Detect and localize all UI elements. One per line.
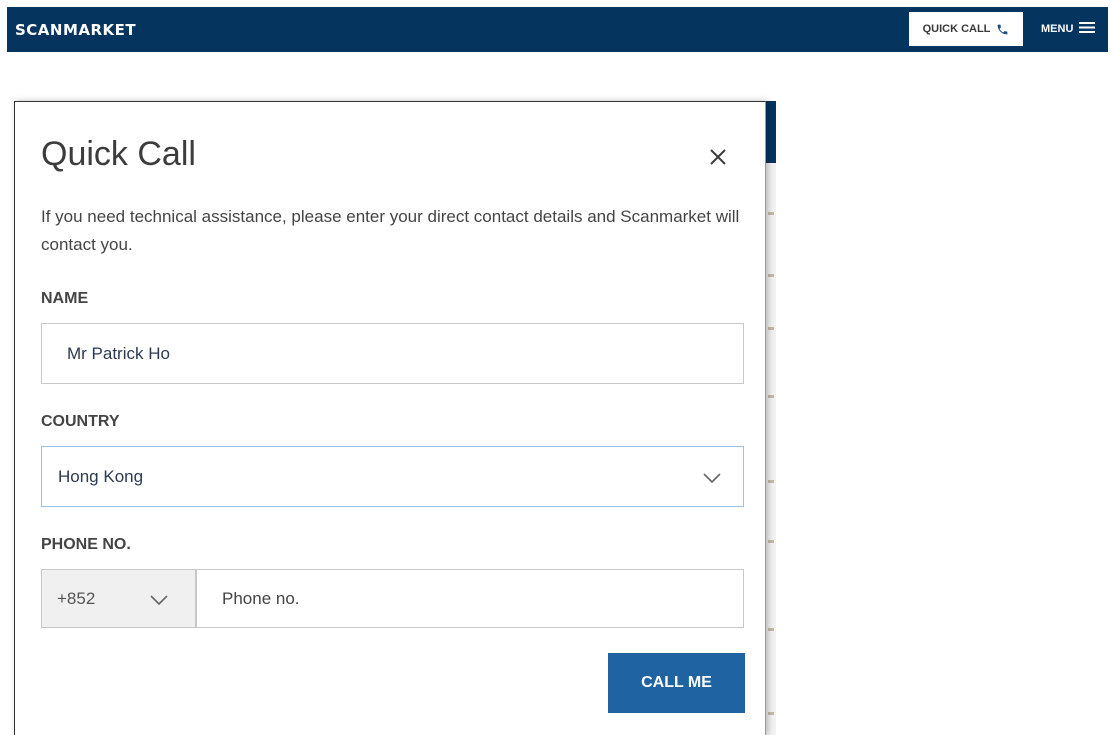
- quick-call-dialog: Quick Call If you need technical assista…: [14, 101, 766, 735]
- chevron-down-icon: [703, 469, 721, 489]
- background-decoration: [768, 628, 774, 631]
- background-decoration: [768, 480, 774, 483]
- close-icon[interactable]: [705, 144, 731, 170]
- dialog-title: Quick Call: [41, 135, 196, 173]
- background-decoration: [768, 327, 774, 330]
- scanmarket-logo[interactable]: SCANMARKET: [15, 21, 136, 39]
- country-code-select[interactable]: +852: [41, 569, 196, 628]
- top-navigation-bar: SCANMARKET QUICK CALL MENU: [7, 7, 1108, 52]
- chevron-down-icon: [150, 591, 168, 611]
- country-label: COUNTRY: [41, 413, 120, 430]
- dialog-description: If you need technical assistance, please…: [41, 207, 740, 254]
- country-select[interactable]: Hong Kong: [41, 446, 744, 507]
- background-decoration: [768, 712, 774, 715]
- name-input[interactable]: [41, 323, 744, 384]
- hamburger-icon: [1079, 21, 1096, 37]
- country-code-value: +852: [57, 588, 96, 608]
- phone-icon: [996, 23, 1009, 36]
- background-decoration: [768, 212, 774, 215]
- call-me-button[interactable]: CALL ME: [608, 653, 745, 713]
- background-decoration: [768, 540, 774, 543]
- background-decoration: [768, 395, 774, 398]
- background-decoration: [768, 274, 774, 277]
- menu-label: MENU: [1041, 23, 1074, 35]
- name-label: NAME: [41, 290, 89, 307]
- country-selected-value: Hong Kong: [58, 466, 144, 486]
- phone-number-input[interactable]: [196, 569, 744, 628]
- quick-call-label: QUICK CALL: [922, 23, 991, 35]
- quick-call-button[interactable]: QUICK CALL: [909, 12, 1023, 46]
- phone-label: PHONE NO.: [41, 536, 131, 553]
- menu-button[interactable]: MENU: [1041, 12, 1096, 46]
- background-page-content: [766, 163, 776, 735]
